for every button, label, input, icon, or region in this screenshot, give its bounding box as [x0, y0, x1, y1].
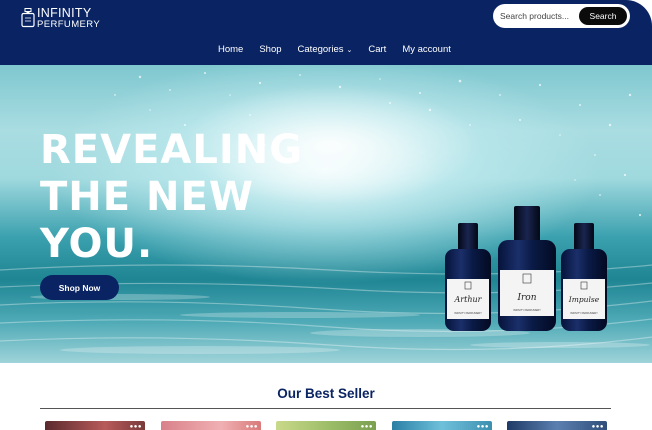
brand-line1: INFINITY	[37, 6, 92, 20]
dots-icon[interactable]: ●●●	[246, 424, 258, 430]
product-thumb-4[interactable]: ●●●	[392, 421, 492, 430]
nav-home[interactable]: Home	[218, 44, 243, 55]
dots-icon[interactable]: ●●●	[477, 424, 489, 430]
svg-text:Arthur: Arthur	[454, 295, 483, 304]
svg-text:INFINITY PERFUMERY: INFINITY PERFUMERY	[513, 308, 541, 312]
product-thumb-1[interactable]: ●●●	[45, 421, 145, 430]
hero-headline-line1: REVEALING	[40, 127, 304, 173]
brand-logo[interactable]: INFINITY PERFUMERY	[21, 7, 100, 29]
svg-text:INFINITY PERFUMERY: INFINITY PERFUMERY	[570, 311, 598, 315]
bottle-arthur: Arthur INFINITY PERFUMERY	[445, 223, 491, 331]
nav-shop[interactable]: Shop	[259, 44, 281, 55]
nav-categories-label: Categories	[297, 44, 344, 55]
dots-icon[interactable]: ●●●	[592, 424, 604, 430]
bottle-impulse: Impulse INFINITY PERFUMERY	[561, 223, 607, 331]
nav-my-account[interactable]: My account	[402, 44, 451, 55]
search-input[interactable]	[500, 11, 576, 21]
hero-headline-line3: YOU.	[40, 221, 154, 267]
bottle-iron: Iron INFINITY PERFUMERY	[498, 206, 556, 331]
product-thumb-5[interactable]: ●●●	[507, 421, 607, 430]
dots-icon[interactable]: ●●●	[130, 424, 142, 430]
svg-text:Iron: Iron	[516, 293, 536, 303]
dots-icon[interactable]: ●●●	[361, 424, 373, 430]
hero-headline: REVEALING THE NEW YOU.	[40, 127, 303, 268]
svg-text:Impulse: Impulse	[568, 295, 600, 304]
product-thumb-2[interactable]: ●●●	[161, 421, 261, 430]
svg-text:INFINITY PERFUMERY: INFINITY PERFUMERY	[454, 311, 482, 315]
main-nav: Home Shop Categories ⌄ Cart My account	[218, 44, 467, 55]
nav-categories[interactable]: Categories ⌄	[298, 44, 353, 55]
best-seller-title: Our Best Seller	[277, 386, 375, 401]
section-divider	[40, 408, 611, 409]
perfume-bottle-icon	[21, 8, 35, 28]
site-header: INFINITY PERFUMERY Search Home Shop Cate…	[0, 0, 652, 65]
hero-banner: REVEALING THE NEW YOU. Shop Now Arthur I…	[0, 65, 652, 363]
perfume-bottles-image: Arthur INFINITY PERFUMERY Iron INFINITY …	[445, 206, 607, 331]
shop-now-button[interactable]: Shop Now	[40, 275, 119, 300]
brand-text: INFINITY PERFUMERY	[37, 7, 100, 29]
search-button[interactable]: Search	[579, 7, 627, 25]
hero-headline-line2: THE NEW	[40, 174, 254, 220]
chevron-down-icon: ⌄	[346, 47, 353, 54]
brand-line2: PERFUMERY	[37, 18, 101, 30]
product-thumb-3[interactable]: ●●●	[276, 421, 376, 430]
search-bar: Search	[493, 4, 630, 28]
nav-cart[interactable]: Cart	[368, 44, 386, 55]
